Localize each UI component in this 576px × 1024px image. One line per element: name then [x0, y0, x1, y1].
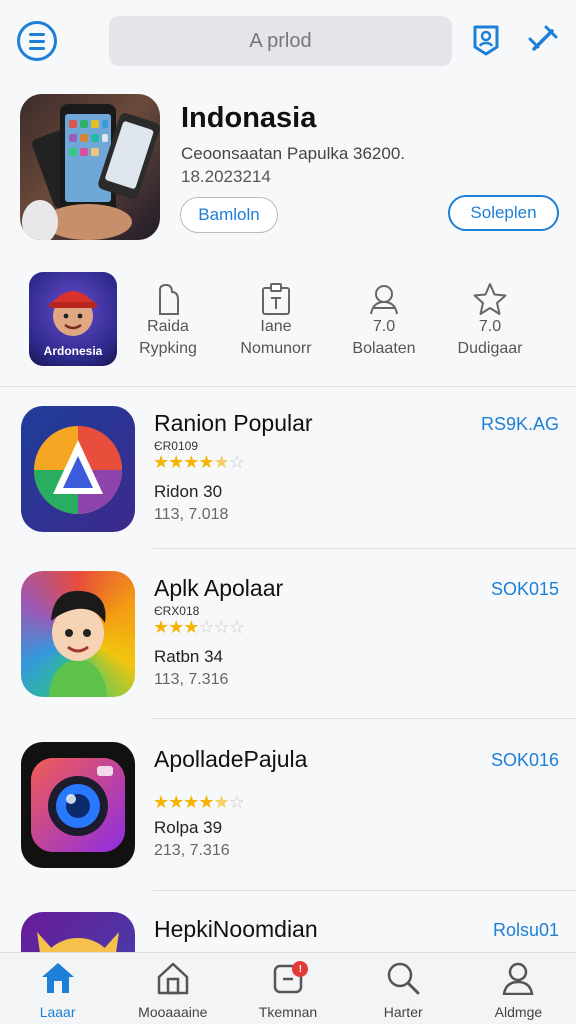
app-count: 113, 7.316 — [154, 671, 229, 688]
stat-line1: 7.0 — [372, 318, 396, 335]
list-item[interactable]: HepkiNoomdian Rolsu01 — [0, 912, 576, 952]
row-divider — [153, 890, 576, 891]
stat-line2: Dudigaar — [457, 340, 523, 357]
app-icon[interactable] — [21, 742, 135, 868]
stat-item[interactable]: 7.0 Bolaaten — [334, 280, 434, 360]
app-title: Ranion Popular — [154, 410, 313, 436]
app-code: ЄR0109 — [154, 439, 198, 453]
list-item[interactable]: Ranion Popular ЄR0109 ★★★★★☆ Ridon 30 11… — [0, 406, 576, 546]
stats-logo-label: Ardonesia — [43, 344, 103, 358]
app-action-link[interactable]: RS9K.AG — [481, 414, 559, 435]
top-bar: A prlod — [0, 0, 576, 82]
app-count: 213, 7.316 — [154, 842, 230, 859]
app-rating: Ratbn 34 — [154, 647, 223, 666]
stat-item[interactable]: 7.0 Dudigaar — [440, 280, 540, 360]
stat-item[interactable]: Iane Nomunorr — [226, 280, 326, 360]
list-item[interactable]: Aplk Apolaar ЄRX018 ★★★☆☆☆ Ratbn 34 113,… — [0, 571, 576, 711]
nav-label: Laaar — [39, 1004, 76, 1020]
search-text: A prlod — [249, 29, 312, 52]
featured-title: Indonasia — [181, 102, 317, 134]
bottom-nav: Laaar Mooaaaine ! Tkemnan Harter Aldmge — [0, 952, 576, 1024]
user-icon — [334, 280, 434, 316]
nav-label: Tkemnan — [258, 1004, 318, 1020]
section-divider — [0, 386, 576, 387]
clipboard-icon — [226, 280, 326, 316]
stat-line1: Iane — [260, 318, 292, 335]
app-action-link[interactable]: SOK016 — [491, 750, 559, 771]
app-action-link[interactable]: SOK015 — [491, 579, 559, 600]
star-rating: ★★★★★☆ — [153, 792, 245, 812]
nav-label: Aldmge — [494, 1004, 543, 1020]
featured-primary-button[interactable]: Soleplen — [448, 195, 559, 231]
app-rating: Rolpa 39 — [154, 818, 223, 837]
stat-item[interactable]: Raida Rypking — [118, 280, 218, 360]
bookmark-icon — [118, 280, 218, 316]
search-bar[interactable]: A prlod — [109, 16, 452, 66]
app-icon[interactable] — [21, 571, 135, 697]
featured-subtitle: Ceoonsaatan Papulka 36200. — [181, 144, 406, 163]
app-title: Aplk Apolaar — [154, 575, 284, 601]
featured-app-image[interactable] — [20, 94, 160, 240]
app-action-link[interactable]: Rolsu01 — [493, 920, 559, 941]
row-divider — [153, 718, 576, 719]
store-icon — [155, 961, 191, 998]
featured-date: 18.2023214 — [181, 167, 271, 186]
nav-tab-home[interactable]: Laaar — [0, 953, 115, 1024]
nav-tab-notifications[interactable]: ! Tkemnan — [230, 953, 345, 1024]
stat-line2: Rypking — [139, 340, 197, 357]
stats-app-logo[interactable]: Ardonesia — [29, 272, 117, 366]
app-count: 113, 7.018 — [154, 506, 229, 523]
nav-tab-search[interactable]: Harter — [346, 953, 461, 1024]
nav-tab-profile[interactable]: Aldmge — [461, 953, 576, 1024]
featured-secondary-button[interactable]: Bamloln — [180, 197, 278, 233]
app-title: HepkiNoomdian — [154, 916, 318, 942]
stat-line2: Bolaaten — [352, 340, 416, 357]
nav-tab-store[interactable]: Mooaaaine — [115, 953, 230, 1024]
app-code: ЄRX018 — [154, 604, 200, 618]
stat-line2: Nomunorr — [240, 340, 312, 357]
search-icon — [385, 961, 421, 998]
menu-button[interactable] — [17, 21, 57, 61]
nav-label: Mooaaaine — [138, 1004, 208, 1020]
app-icon[interactable] — [21, 406, 135, 532]
tools-icon[interactable] — [525, 22, 561, 58]
app-icon[interactable] — [21, 912, 135, 952]
profile-icon — [500, 961, 536, 998]
list-item[interactable]: ApolladePajula ★★★★★☆ Rolpa 39 213, 7.31… — [0, 742, 576, 882]
row-divider — [153, 548, 576, 549]
star-icon — [440, 280, 540, 316]
stat-line1: 7.0 — [478, 318, 502, 335]
home-icon — [40, 961, 76, 998]
app-title: ApolladePajula — [154, 746, 308, 772]
stat-line1: Raida — [147, 318, 189, 335]
star-rating: ★★★☆☆☆ — [153, 617, 245, 637]
app-rating: Ridon 30 — [154, 482, 223, 501]
nav-label: Harter — [383, 1004, 423, 1020]
star-rating: ★★★★★☆ — [153, 452, 245, 472]
account-badge-icon[interactable] — [468, 22, 504, 58]
notification-badge: ! — [292, 961, 309, 977]
